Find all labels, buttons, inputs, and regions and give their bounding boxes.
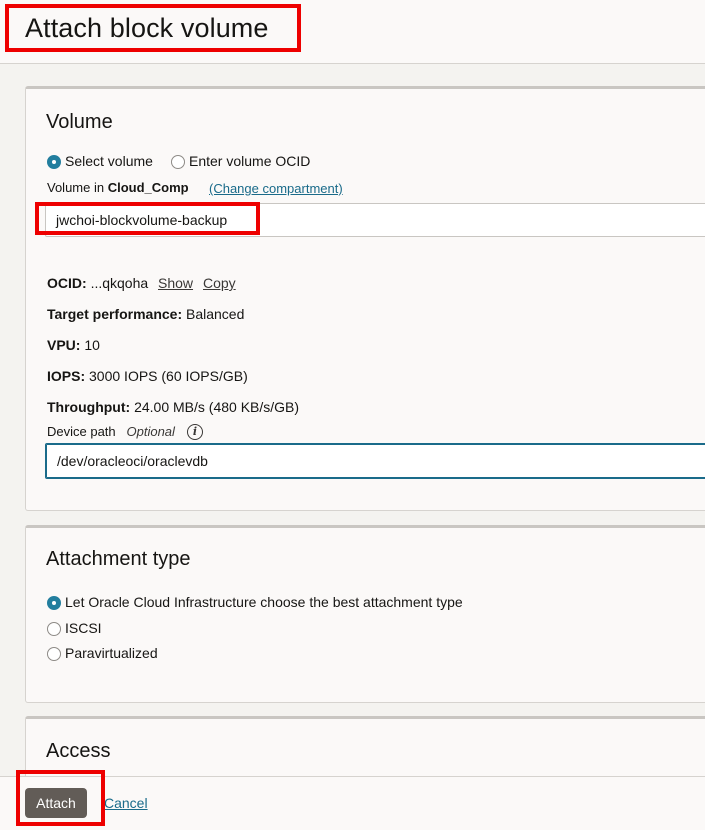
radio-attachment-auto[interactable] bbox=[47, 596, 61, 610]
iops-value: 3000 IOPS (60 IOPS/GB) bbox=[89, 368, 248, 384]
attach-button[interactable]: Attach bbox=[25, 788, 87, 818]
device-path-optional: Optional bbox=[126, 424, 175, 439]
radio-attachment-iscsi[interactable] bbox=[47, 622, 61, 636]
vpu-value: 10 bbox=[84, 337, 100, 353]
access-section-title: Access bbox=[46, 740, 111, 762]
ocid-value: ...qkqoha bbox=[90, 275, 149, 291]
volume-select-value: jwchoi-blockvolume-backup bbox=[56, 212, 228, 228]
volume-section-title: Volume bbox=[46, 111, 113, 133]
volume-select[interactable]: jwchoi-blockvolume-backup bbox=[45, 203, 705, 237]
throughput-row: Throughput: 24.00 MB/s (480 KB/s/GB) bbox=[47, 399, 299, 415]
compartment-name: Cloud_Comp bbox=[107, 180, 189, 195]
radio-attachment-iscsi-label[interactable]: ISCSI bbox=[65, 620, 102, 636]
throughput-value: 24.00 MB/s (480 KB/s/GB) bbox=[134, 399, 300, 415]
iops-row: IOPS: 3000 IOPS (60 IOPS/GB) bbox=[47, 368, 248, 384]
radio-enter-ocid-label[interactable]: Enter volume OCID bbox=[189, 153, 310, 169]
page-header: Attach block volume bbox=[0, 0, 705, 64]
device-path-value: /dev/oracleoci/oraclevdb bbox=[57, 453, 208, 469]
volume-in-prefix: Volume in bbox=[47, 180, 105, 195]
radio-select-volume[interactable] bbox=[47, 155, 61, 169]
radio-enter-ocid[interactable] bbox=[171, 155, 185, 169]
cancel-link[interactable]: Cancel bbox=[104, 795, 148, 811]
ocid-row: OCID: ...qkqoha bbox=[47, 275, 148, 291]
device-path-label: Device path bbox=[47, 424, 116, 439]
ocid-label: OCID: bbox=[47, 275, 87, 291]
change-compartment-link[interactable]: (Change compartment) bbox=[209, 181, 343, 196]
throughput-label: Throughput: bbox=[47, 399, 131, 415]
radio-attachment-paravirtualized[interactable] bbox=[47, 647, 61, 661]
attachment-section-title: Attachment type bbox=[46, 548, 191, 570]
show-ocid-link[interactable]: Show bbox=[158, 275, 193, 291]
volume-in-label: Volume in Cloud_Comp bbox=[47, 180, 189, 195]
radio-select-volume-label[interactable]: Select volume bbox=[65, 153, 153, 169]
vpu-label: VPU: bbox=[47, 337, 81, 353]
device-path-select[interactable]: /dev/oracleoci/oraclevdb bbox=[45, 443, 705, 479]
target-performance-value: Balanced bbox=[186, 306, 245, 322]
copy-ocid-link[interactable]: Copy bbox=[203, 275, 236, 291]
attachment-type-card: Attachment type Let Oracle Cloud Infrast… bbox=[25, 525, 705, 703]
vpu-row: VPU: 10 bbox=[47, 337, 100, 353]
radio-attachment-auto-label[interactable]: Let Oracle Cloud Infrastructure choose t… bbox=[65, 594, 463, 610]
target-performance-label: Target performance: bbox=[47, 306, 183, 322]
info-icon[interactable]: i bbox=[187, 424, 203, 440]
volume-card: Volume Select volume Enter volume OCID V… bbox=[25, 86, 705, 511]
iops-label: IOPS: bbox=[47, 368, 86, 384]
target-performance-row: Target performance: Balanced bbox=[47, 306, 244, 322]
radio-attachment-paravirtualized-label[interactable]: Paravirtualized bbox=[65, 645, 158, 661]
device-path-label-row: Device path Optional bbox=[47, 424, 175, 439]
page-title: Attach block volume bbox=[25, 13, 269, 43]
